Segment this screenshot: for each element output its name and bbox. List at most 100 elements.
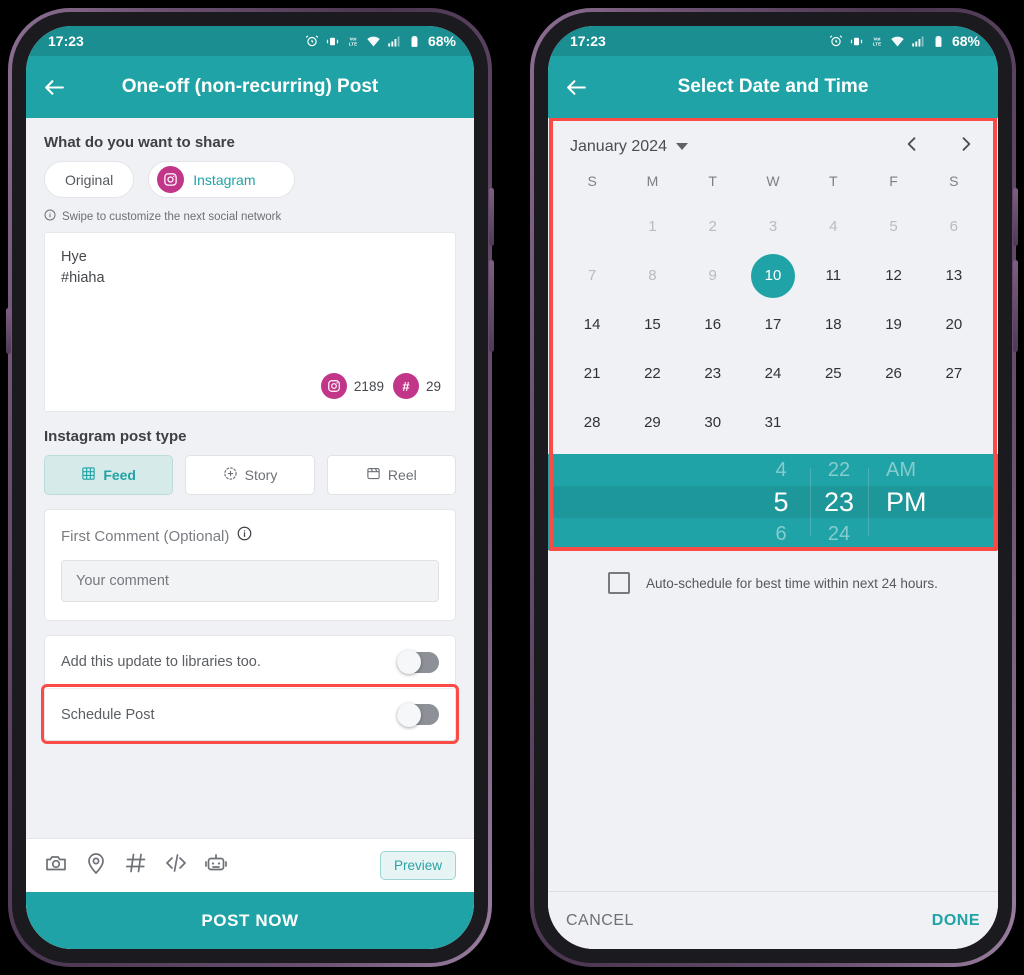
toggle-row-schedule-post[interactable]: Schedule Post	[41, 684, 459, 744]
auto-schedule-checkbox[interactable]	[608, 572, 630, 594]
preview-button[interactable]: Preview	[379, 851, 456, 880]
calendar-day[interactable]: 21	[562, 350, 622, 397]
calendar-day[interactable]: 23	[683, 350, 743, 397]
weekday-header-6: S	[949, 173, 959, 189]
weekday-header-3: W	[766, 173, 780, 189]
calendar-day[interactable]: 25	[803, 350, 863, 397]
hour-option[interactable]: 6	[752, 518, 810, 550]
calendar-day-disabled: 8	[622, 252, 682, 299]
battery-icon	[408, 35, 421, 48]
calendar-day[interactable]: 11	[803, 252, 863, 299]
chevron-down-icon	[675, 143, 688, 150]
weekday-header-1: M	[646, 173, 659, 189]
cancel-button[interactable]: CANCEL	[566, 912, 634, 930]
info-icon[interactable]	[237, 526, 252, 546]
back-arrow-icon[interactable]	[26, 56, 82, 118]
calendar-day[interactable]: 27	[924, 350, 984, 397]
post-type-title: Instagram post type	[44, 428, 187, 445]
auto-schedule-row[interactable]: Auto-schedule for best time within next …	[548, 550, 998, 594]
meridiem-option[interactable]	[868, 518, 998, 550]
done-button[interactable]: DONE	[932, 912, 980, 930]
meridiem-option[interactable]: AM	[868, 454, 998, 486]
calendar-nav	[902, 134, 976, 159]
calendar-day[interactable]: 30	[683, 399, 743, 446]
calendar-day[interactable]: 18	[803, 301, 863, 348]
toolbar-icons	[44, 851, 228, 880]
calendar-day-label: 28	[583, 414, 601, 431]
toggle-schedule-post-switch[interactable]	[397, 702, 439, 727]
camera-icon[interactable]	[44, 851, 68, 880]
hashtag-icon[interactable]	[124, 851, 148, 880]
calendar-day-label: 1	[648, 218, 657, 235]
calendar-day[interactable]: 15	[622, 301, 682, 348]
calendar-day[interactable]: 17	[743, 301, 803, 348]
instagram-icon	[320, 373, 347, 399]
calendar-day[interactable]: 19	[863, 301, 923, 348]
chevron-left-icon[interactable]	[902, 134, 922, 159]
code-icon[interactable]	[164, 851, 188, 880]
back-arrow-icon[interactable]	[548, 56, 604, 118]
meridiem-column[interactable]: AM PM	[868, 454, 998, 550]
calendar-day[interactable]: 29	[622, 399, 682, 446]
location-icon[interactable]	[84, 851, 108, 880]
calendar-day[interactable]: 16	[683, 301, 743, 348]
tab-instagram[interactable]: Instagram	[148, 161, 295, 198]
weekday-header-5: F	[889, 173, 898, 189]
calendar-day[interactable]: 20	[924, 301, 984, 348]
phone-bezel: 17:23 VoI LTE 68%	[8, 8, 492, 967]
volte-icon: VoI LTE	[346, 34, 360, 48]
hour-option[interactable]: 4	[752, 454, 810, 486]
divider	[868, 468, 869, 536]
signal-icon	[387, 34, 402, 49]
status-bar: 17:23 VoI LTE 68%	[548, 26, 998, 56]
month-selector[interactable]: January 2024	[570, 138, 688, 156]
composer-textarea[interactable]: Hye #hiaha 2189 # 29	[44, 232, 456, 412]
calendar-day[interactable]: 31	[743, 399, 803, 446]
calendar-week-row: 7 8 9 10 11 12 13	[562, 252, 984, 299]
calendar-day-label: 27	[945, 365, 963, 382]
calendar-day-disabled: 7	[562, 252, 622, 299]
post-type-story[interactable]: Story	[185, 455, 315, 495]
hour-column[interactable]: 456	[752, 454, 810, 550]
calendar-day-label: 2	[708, 218, 717, 235]
minute-selected[interactable]: 23	[810, 486, 868, 518]
calendar-day[interactable]: 22	[622, 350, 682, 397]
toggle-row-libraries[interactable]: Add this update to libraries too.	[45, 636, 455, 688]
post-type-reel[interactable]: Reel	[326, 455, 456, 495]
calendar-day[interactable]: 12	[863, 252, 923, 299]
calendar-day[interactable]: 24	[743, 350, 803, 397]
calendar-day[interactable]: 14	[562, 301, 622, 348]
chevron-right-icon[interactable]	[956, 134, 976, 159]
calendar-day-label: 3	[768, 218, 778, 235]
meridiem-selected[interactable]: PM	[868, 486, 998, 518]
grid-icon	[81, 466, 96, 484]
calendar-day[interactable]: 28	[562, 399, 622, 446]
post-type-feed[interactable]: Feed	[44, 455, 174, 495]
battery-icon	[932, 35, 945, 48]
calendar-day[interactable]: 26	[863, 350, 923, 397]
first-comment-input[interactable]: Your comment	[61, 560, 439, 602]
status-bar: 17:23 VoI LTE 68%	[26, 26, 474, 56]
toggle-libraries-label: Add this update to libraries too.	[61, 654, 261, 670]
status-bar-icons: VoI LTE 68%	[829, 33, 980, 49]
tab-original[interactable]: Original	[44, 161, 135, 198]
calendar-day-selected[interactable]: 10	[743, 252, 803, 299]
minute-column[interactable]: 22 23 24	[810, 454, 868, 550]
post-now-button[interactable]: POST NOW	[26, 892, 474, 949]
robot-icon[interactable]	[204, 851, 228, 880]
volume-up-button	[489, 188, 494, 246]
minute-option[interactable]: 22	[810, 454, 868, 486]
hour-selected[interactable]: 5	[752, 486, 810, 518]
phone-bezel: 17:23 VoI LTE 68%	[530, 8, 1016, 967]
minute-option[interactable]: 24	[810, 518, 868, 550]
calendar-day-disabled: 1	[622, 203, 682, 250]
time-picker[interactable]: 456 22 23 24 AM PM	[548, 454, 998, 550]
calendar-day-disabled: 6	[924, 203, 984, 250]
calendar-day-label: 22	[644, 365, 661, 382]
toggle-libraries-switch[interactable]	[397, 650, 439, 674]
first-comment-placeholder: Your comment	[76, 573, 169, 589]
calendar-day-label: 31	[764, 414, 782, 431]
calendar-day-empty	[863, 399, 923, 446]
calendar-day[interactable]: 13	[924, 252, 984, 299]
calendar-day-label: 5	[889, 218, 898, 235]
